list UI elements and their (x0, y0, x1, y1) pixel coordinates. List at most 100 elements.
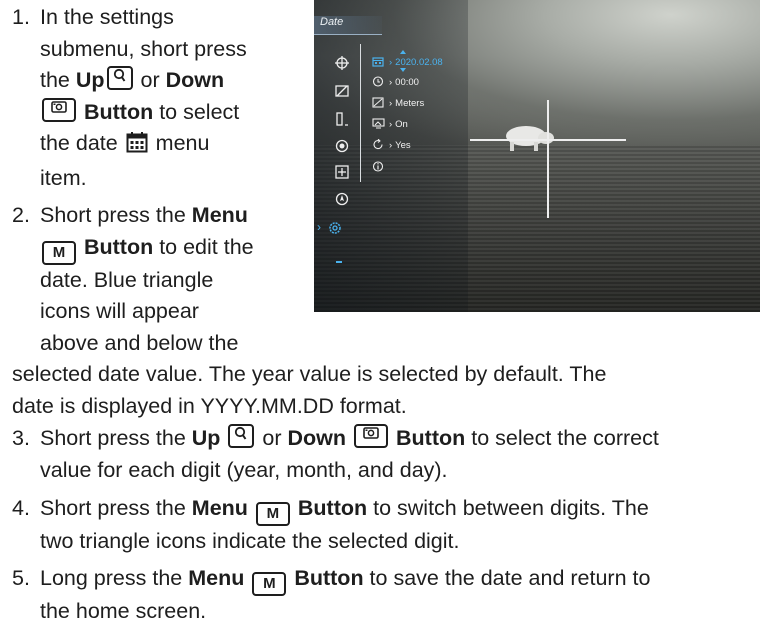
bold-text: Button (78, 234, 154, 259)
text-line: submenu, short press (40, 34, 247, 66)
up-button-icon (106, 66, 133, 90)
bold-text: Up (191, 426, 221, 450)
text-line: above and below the (40, 328, 606, 360)
zoom-icon[interactable] (335, 112, 349, 126)
clock-icon (372, 76, 384, 87)
menu-row-time[interactable]: › 00:00 (372, 76, 419, 88)
text-run: date is displayed in YYYY.MM.DD format. (12, 393, 407, 418)
restore-icon (373, 139, 383, 150)
bold-text: Button (297, 496, 368, 520)
text-line: selected date value. The year value is s… (12, 359, 606, 391)
text-run: value for each digit (year, month, and d… (40, 457, 448, 482)
step-number: 2. (12, 203, 30, 227)
menu-button-icon: M (255, 502, 290, 526)
text-run (220, 426, 226, 450)
text-run: above and below the (40, 330, 239, 355)
text-run: menu (149, 131, 210, 155)
text-run (248, 496, 254, 520)
reticle-vertical (547, 100, 549, 218)
menu-row-units[interactable]: › Meters (372, 97, 424, 109)
text-run: to switch between digits. The (367, 496, 649, 520)
menu-row-value: 00:00 (395, 77, 419, 88)
screen-icon (372, 118, 385, 129)
bold-text: Button (294, 566, 364, 590)
ruler-icon (372, 97, 384, 108)
menu-row-info[interactable] (372, 161, 389, 173)
pager-dots (336, 261, 342, 263)
step-number: 4. (12, 496, 30, 520)
add-icon[interactable] (335, 165, 349, 179)
text-run: date. Blue triangle (40, 267, 214, 292)
bold-text: Up (75, 68, 105, 92)
crosshair-icon[interactable] (335, 56, 349, 70)
bold-text: Menu (188, 566, 245, 590)
bold-text: Down (287, 426, 347, 450)
text-run: Short press the (40, 203, 192, 227)
text-run: icons will appear (40, 299, 199, 323)
settings-icon[interactable] (328, 221, 342, 235)
step-text: Short press the Up or Down Button to sel… (40, 423, 659, 486)
text-run (346, 426, 352, 450)
menu-button-icon: M (252, 572, 287, 596)
bold-text: Button (78, 99, 154, 124)
step-text: Long press the Menu M Button to save the… (40, 563, 650, 628)
selection-chevron-icon: › (317, 220, 321, 234)
text-run: In the settings (40, 5, 174, 29)
text-line: Short press the Up or Down Button to sel… (40, 423, 659, 455)
calibration-icon[interactable] (335, 84, 349, 98)
step-number: 5. (12, 566, 30, 590)
bold-text: Down (165, 68, 225, 92)
text-run: Short press the (40, 496, 192, 520)
text-run: to select the correct (465, 426, 659, 450)
menu-row-screen[interactable]: › On (372, 118, 408, 130)
text-run: Short press the (40, 426, 192, 450)
text-run: the date (40, 131, 124, 155)
step-number: 3. (12, 426, 30, 450)
menu-divider (360, 44, 361, 182)
text-run: Long press the (40, 566, 189, 590)
text-run (244, 566, 250, 590)
text-run: to save the date and return to (363, 566, 651, 590)
step-text: In the settings submenu, short press the U… (40, 2, 247, 194)
triangle-down-icon (400, 68, 406, 72)
step-number: 1. (12, 5, 30, 29)
info-icon (372, 161, 384, 172)
down-button-icon (42, 97, 76, 122)
text-line: item. (40, 163, 247, 195)
menu-row-value: 2020.02.08 (395, 57, 443, 68)
text-line: the Up or Down (40, 65, 247, 97)
menu-row-date[interactable]: › 2020.02.08 (372, 56, 443, 68)
text-run: two triangle icons indicate the selected… (40, 529, 460, 553)
menu-row-value: On (395, 119, 408, 130)
step-text: Short press the Menu M Button to switch … (40, 493, 649, 558)
text-line: two triangle icons indicate the selected… (40, 526, 649, 558)
bold-text: Button (396, 426, 466, 450)
compass-icon[interactable] (335, 192, 349, 206)
menu-row-value: Yes (395, 140, 411, 151)
text-line: value for each digit (year, month, and d… (40, 455, 659, 487)
text-line: Button to select (40, 97, 247, 129)
menu-panel (314, 0, 468, 312)
text-run: submenu, short press (40, 36, 247, 61)
bold-text: Menu (191, 496, 248, 520)
menu-row-restore[interactable]: › Yes (372, 139, 411, 151)
up-button-icon (228, 424, 255, 448)
text-run: the home screen. (40, 599, 207, 623)
text-line: date is displayed in YYYY.MM.DD format. (12, 391, 606, 423)
calendar-icon (372, 57, 384, 67)
target-icon[interactable] (335, 139, 349, 153)
menu-button-icon: M (42, 240, 76, 265)
device-screenshot: Date › › 2020.02.08 › 00:00 › Meters › O… (314, 0, 760, 312)
text-run: selected date value. The year value is s… (12, 362, 607, 386)
text-line: the home screen. (40, 596, 650, 628)
triangle-up-icon (400, 50, 406, 54)
text-run: the (40, 68, 76, 92)
menu-title: Date (320, 16, 344, 28)
down-button-icon (354, 424, 389, 448)
text-line: Short press the Menu M Button to switch … (40, 493, 649, 526)
text-run: or (134, 68, 166, 92)
text-line: the date menu (40, 128, 247, 163)
text-line: Long press the Menu M Button to save the… (40, 563, 650, 596)
text-line: In the settings (40, 2, 247, 34)
text-run: to select (153, 99, 240, 124)
